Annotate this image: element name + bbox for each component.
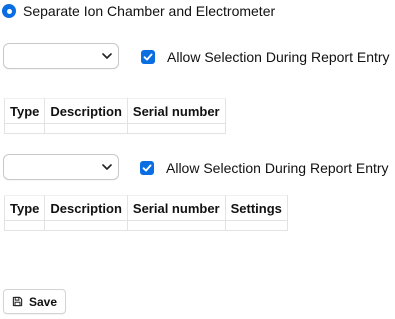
checkbox-checked-icon[interactable]: [140, 161, 154, 175]
save-button[interactable]: Save: [3, 289, 66, 314]
floppy-disk-icon: [12, 296, 23, 307]
allow-selection-label: Allow Selection During Report Entry: [167, 49, 390, 65]
table-row: [3, 220, 288, 231]
electrometer-allow-selection[interactable]: Allow Selection During Report Entry: [140, 159, 389, 177]
electrometer-table: Type Description Serial number Settings: [3, 195, 288, 231]
column-header-settings: Settings: [224, 195, 288, 221]
table-cell: [224, 220, 288, 231]
checkbox-checked-icon[interactable]: [141, 50, 155, 64]
radio-selected-icon[interactable]: [2, 4, 16, 18]
table-row: [3, 123, 226, 134]
table-cell: [3, 220, 46, 231]
ion-chamber-allow-selection[interactable]: Allow Selection During Report Entry: [141, 48, 390, 66]
column-header-type: Type: [3, 98, 46, 124]
column-header-serial-number: Serial number: [126, 195, 226, 221]
table-cell: [44, 123, 128, 134]
table-header-row: Type Description Serial number Settings: [3, 195, 288, 221]
ion-chamber-select[interactable]: [3, 43, 119, 69]
table-header-row: Type Description Serial number: [3, 98, 226, 124]
table-cell: [3, 123, 46, 134]
column-header-serial-number: Serial number: [126, 98, 226, 124]
table-cell: [126, 123, 226, 134]
ion-chamber-table: Type Description Serial number: [3, 98, 226, 134]
table-cell: [126, 220, 226, 231]
chevron-down-icon: [102, 164, 112, 170]
electrometer-select[interactable]: [3, 154, 119, 180]
separate-ion-chamber-electrometer-option[interactable]: Separate Ion Chamber and Electrometer: [2, 1, 275, 21]
table-cell: [44, 220, 128, 231]
allow-selection-label: Allow Selection During Report Entry: [166, 160, 389, 176]
column-header-description: Description: [44, 195, 128, 221]
chevron-down-icon: [102, 53, 112, 59]
save-button-label: Save: [28, 294, 58, 309]
column-header-description: Description: [44, 98, 128, 124]
column-header-type: Type: [3, 195, 46, 221]
radio-label: Separate Ion Chamber and Electrometer: [23, 3, 276, 19]
